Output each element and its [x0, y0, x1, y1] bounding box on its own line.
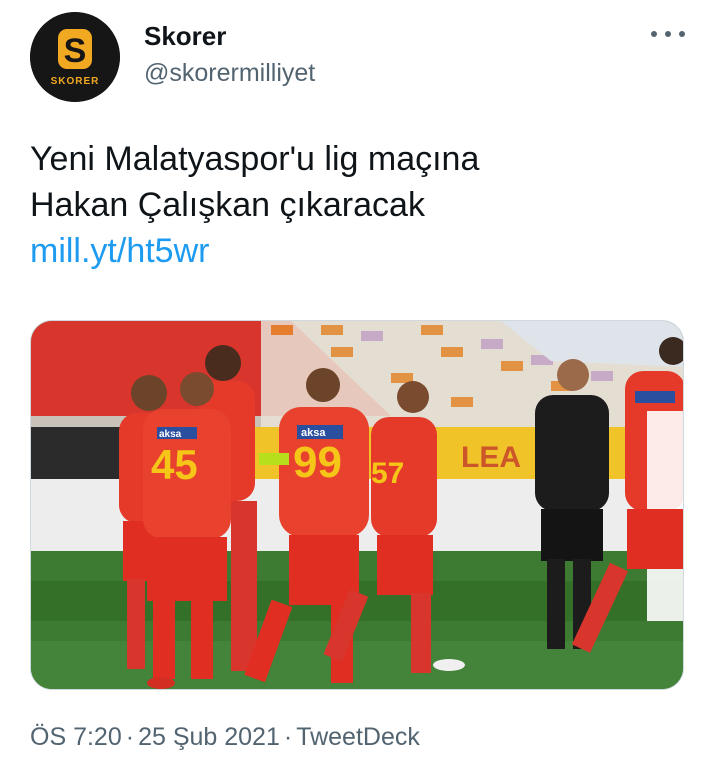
tweet-date[interactable]: 25 Şub 2021: [138, 723, 280, 751]
tweet-text-line: Hakan Çalışkan çıkaracak: [30, 186, 425, 224]
jersey-number: 57: [371, 457, 404, 490]
svg-text:aksa: aksa: [159, 429, 182, 440]
more-dot: [679, 31, 685, 37]
avatar-wordmark: SKORER: [51, 76, 100, 87]
tweet-card: S SKORER Skorer @skorermilliyet Yeni Mal…: [0, 0, 717, 764]
avatar[interactable]: S SKORER: [30, 12, 120, 102]
tweet-source[interactable]: TweetDeck: [296, 723, 420, 751]
svg-text:LEA: LEA: [461, 441, 521, 474]
author-block: Skorer @skorermilliyet: [144, 20, 315, 90]
avatar-letter: S: [64, 32, 87, 70]
jersey-number: 99: [293, 438, 342, 487]
tweet-link[interactable]: mill.yt/ht5wr: [30, 228, 680, 274]
tweet-text: Yeni Malatyaspor'u lig maçına Hakan Çalı…: [30, 136, 680, 274]
more-options-icon[interactable]: [651, 22, 685, 46]
tweet-meta: ÖS 7:20 · 25 Şub 2021 · TweetDeck: [30, 720, 420, 754]
tweet-photo[interactable]: LEA aksa 45 aksa 99 57: [30, 320, 684, 690]
more-dot: [651, 31, 657, 37]
skorer-logo-icon: S SKORER: [30, 12, 120, 102]
photo-football-players-celebrating-icon: LEA aksa 45 aksa 99 57: [31, 321, 683, 689]
jersey-number: 45: [151, 441, 198, 488]
more-dot: [665, 31, 671, 37]
meta-separator: ·: [283, 723, 293, 751]
display-name[interactable]: Skorer: [144, 20, 315, 52]
user-handle[interactable]: @skorermilliyet: [144, 56, 315, 90]
tweet-text-line: Yeni Malatyaspor'u lig maçına: [30, 140, 480, 178]
tweet-time[interactable]: ÖS 7:20: [30, 723, 122, 751]
meta-separator: ·: [125, 723, 135, 751]
